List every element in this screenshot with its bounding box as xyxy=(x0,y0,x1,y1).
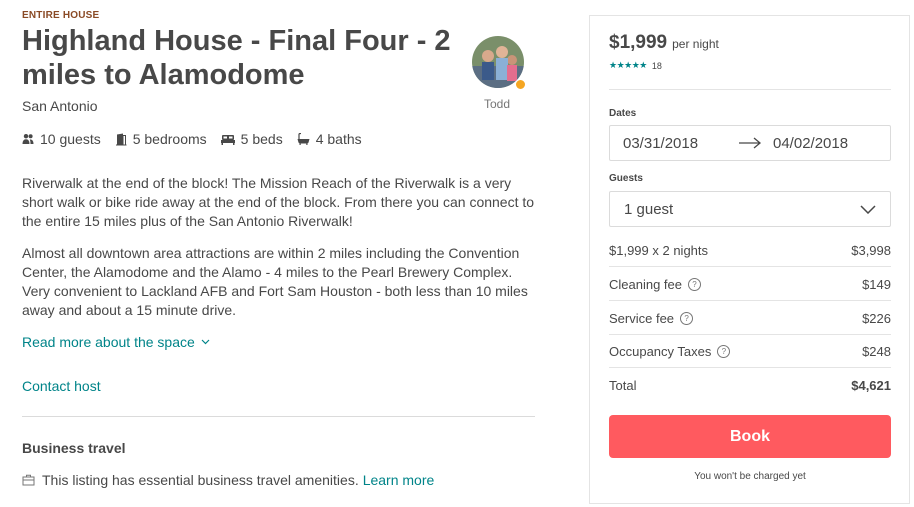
no-charge-note: You won't be charged yet xyxy=(694,471,806,482)
section-divider xyxy=(22,416,535,417)
baths-icon xyxy=(297,133,310,145)
listing-city: San Antonio xyxy=(22,98,98,114)
beds-icon xyxy=(220,134,235,145)
help-icon[interactable]: ? xyxy=(717,345,731,358)
listing-title: Highland House - Final Four - 2 miles to… xyxy=(22,25,451,91)
arrow-right-icon xyxy=(739,137,762,149)
price-line-nights: $1,999 x 2 nights $3,998 xyxy=(609,243,891,258)
price-line-total: Total $4,621 xyxy=(609,378,891,393)
price-line-value: $248 xyxy=(862,344,891,359)
listing-type: ENTIRE HOUSE xyxy=(22,10,100,21)
bedrooms-icon xyxy=(115,133,127,145)
price-line-label: $1,999 x 2 nights xyxy=(609,243,709,258)
price-line-label: Service fee xyxy=(609,311,675,326)
date-range-picker: 03/31/2018 04/02/2018 xyxy=(609,125,891,161)
contact-host-link[interactable]: Contact host xyxy=(22,378,101,394)
help-icon[interactable]: ? xyxy=(688,278,701,291)
price-line-value: $3,998 xyxy=(851,243,891,258)
check-in-input[interactable]: 03/31/2018 xyxy=(623,135,727,152)
read-more-link[interactable]: Read more about the space xyxy=(22,334,210,350)
card-divider xyxy=(609,334,891,335)
total-label: Total xyxy=(609,378,637,393)
business-travel-note: This listing has essential business trav… xyxy=(22,472,434,488)
chevron-down-icon xyxy=(860,204,876,214)
amenity-bedrooms: 5 bedrooms xyxy=(115,131,207,147)
date-arrow xyxy=(727,137,773,149)
rating[interactable]: ★★★★★ 18 xyxy=(609,60,662,71)
card-divider xyxy=(609,266,891,267)
business-travel-title: Business travel xyxy=(22,440,126,456)
price-line-value: $149 xyxy=(862,277,891,292)
superhost-badge xyxy=(515,79,526,90)
price-line-service: Service fee ? $226 xyxy=(609,311,891,326)
guests-label: Guests xyxy=(609,173,643,184)
price-line-label-group: Occupancy Taxes ? xyxy=(609,344,731,359)
chevron-down-icon xyxy=(201,339,210,345)
guests-value: 1 guest xyxy=(624,200,674,218)
description-paragraph: Riverwalk at the end of the block! The M… xyxy=(22,175,535,229)
price-line-label-group: Service fee ? xyxy=(609,311,694,326)
card-divider xyxy=(609,89,891,90)
card-divider xyxy=(609,300,891,301)
price-unit: per night xyxy=(672,37,719,51)
nightly-price: $1,999 per night xyxy=(609,32,719,54)
read-more-label: Read more about the space xyxy=(22,334,195,350)
price-line-label: Cleaning fee xyxy=(609,277,682,292)
price-line-label: Occupancy Taxes xyxy=(609,344,712,359)
guests-icon xyxy=(22,134,34,144)
host-name[interactable]: Todd xyxy=(484,97,510,111)
guests-select[interactable]: 1 guest xyxy=(609,191,891,227)
help-icon[interactable]: ? xyxy=(680,312,694,325)
amenity-beds-label: 5 beds xyxy=(240,131,283,147)
amenity-baths: 4 baths xyxy=(297,131,362,147)
amenity-guests: 10 guests xyxy=(22,131,101,147)
briefcase-icon xyxy=(22,474,35,486)
price-line-value: $226 xyxy=(862,311,891,326)
card-divider xyxy=(609,367,891,368)
amenity-beds: 5 beds xyxy=(220,131,283,147)
check-out-input[interactable]: 04/02/2018 xyxy=(773,135,848,152)
dates-label: Dates xyxy=(609,108,637,119)
price-line-taxes: Occupancy Taxes ? $248 xyxy=(609,344,891,359)
description-paragraph: Almost all downtown area attractions are… xyxy=(22,245,528,318)
learn-more-link[interactable]: Learn more xyxy=(363,472,435,488)
amenities-row: 10 guests 5 bedrooms 5 beds 4 baths xyxy=(22,131,376,147)
book-button[interactable]: Book xyxy=(609,415,891,458)
total-value: $4,621 xyxy=(851,378,891,393)
price-line-label-group: Cleaning fee ? xyxy=(609,277,701,292)
amenity-guests-label: 10 guests xyxy=(40,131,101,147)
business-travel-text: This listing has essential business trav… xyxy=(42,472,359,488)
rating-stars: ★★★★★ xyxy=(609,60,647,70)
amenity-baths-label: 4 baths xyxy=(315,131,362,147)
price-line-cleaning: Cleaning fee ? $149 xyxy=(609,277,891,292)
amenity-bedrooms-label: 5 bedrooms xyxy=(132,131,207,147)
rating-count: 18 xyxy=(651,60,662,71)
price-amount: $1,999 xyxy=(609,32,668,53)
